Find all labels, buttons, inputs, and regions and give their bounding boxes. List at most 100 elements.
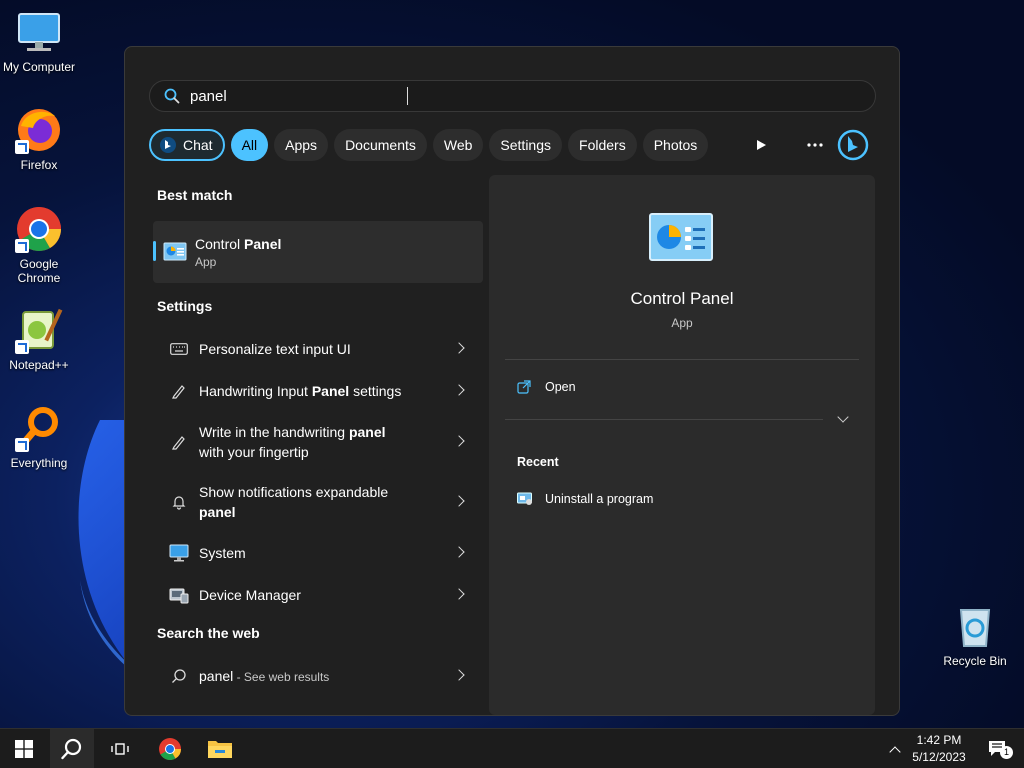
clock[interactable]: 1:42 PM 5/12/2023 [904,732,974,766]
chrome-icon [15,205,63,253]
setting-system[interactable]: System [157,532,483,574]
details-app-name: Control Panel [630,289,734,308]
desktop-icon-label: Everything [10,456,68,470]
shortcut-arrow-icon [15,438,29,452]
chevron-right-icon [453,669,465,681]
pen-icon [169,432,189,452]
device-manager-icon [169,585,189,605]
expand-chevron-icon[interactable] [837,411,849,423]
clock-time: 1:42 PM [916,733,962,747]
notepad-plus-plus-icon [15,306,63,354]
windows-logo-icon [15,740,33,758]
bing-button[interactable] [837,129,869,161]
clock-date: 5/12/2023 [912,750,966,764]
setting-device-manager[interactable]: Device Manager [157,574,483,616]
setting-label: Personalize text input UI [199,341,351,357]
uninstall-program-icon [517,492,533,506]
everything-search-icon [15,404,63,452]
more-filters-button[interactable] [745,129,777,161]
filter-apps[interactable]: Apps [274,129,329,161]
filter-web[interactable]: Web [432,129,484,161]
search-web-heading: Search the web [157,625,260,641]
chevron-right-icon [453,435,465,447]
start-button[interactable] [4,729,44,768]
search-icon [169,666,189,686]
chevron-up-icon [889,745,901,758]
bell-icon [169,492,189,512]
monitor-icon [15,8,63,56]
taskbar-file-explorer[interactable] [198,729,242,768]
desktop-icon-recycle-bin[interactable]: Recycle Bin [936,602,1014,668]
results-list: Best match Control Panel App Settings Pe… [153,177,483,697]
ellipsis-icon [807,143,823,147]
desktop-icon-label: Recycle Bin [943,654,1007,668]
text-cursor-icon [407,87,409,105]
desktop-icon-firefox[interactable]: Firefox [0,106,78,172]
desktop-icon-google-chrome[interactable]: Google Chrome [0,205,78,285]
desktop-icon-label: My Computer [2,60,76,74]
setting-personalize-text-input[interactable]: Personalize text input UI [157,328,483,370]
folder-icon [208,741,232,758]
chevron-right-icon [453,384,465,396]
pen-icon [169,381,189,401]
bing-chat-icon [159,136,177,154]
desktop-icon-everything[interactable]: Everything [0,404,78,470]
details-divider [505,419,823,420]
taskbar-chrome[interactable] [148,729,192,768]
notification-count-badge: 1 [1000,746,1013,759]
setting-label: panel - See web results [199,667,330,684]
recent-item-label: Uninstall a program [545,492,654,506]
chrome-icon [159,738,181,760]
chevron-right-icon [453,546,465,558]
details-pane: Control Panel App Open Recent Uninstall … [489,175,875,715]
notification-center-button[interactable]: 1 [980,729,1016,768]
setting-handwriting-input-panel[interactable]: Handwriting Input Panel settings [157,370,483,412]
shortcut-arrow-icon [15,340,29,354]
setting-label: Device Manager [199,587,301,603]
task-view-button[interactable] [98,729,142,768]
play-icon [757,140,766,150]
filter-all[interactable]: All [230,129,269,161]
system-monitor-icon [169,543,189,563]
shortcut-arrow-icon [15,140,29,154]
desktop-icon-label: Google Chrome [17,257,61,285]
settings-heading: Settings [157,298,213,314]
desktop-icon-label: Firefox [20,158,58,172]
search-icon [61,738,82,760]
keyboard-icon [169,339,189,359]
taskbar-search-button[interactable] [50,729,94,768]
search-input[interactable] [190,87,790,105]
setting-show-notifications-panel[interactable]: Show notifications expandable panel [157,472,483,532]
search-box[interactable] [149,80,876,112]
filter-settings[interactable]: Settings [489,129,563,161]
filter-bar: Chat All Apps Documents Web Settings Fol… [149,129,709,161]
open-action[interactable]: Open [517,377,576,397]
desktop-icon-my-computer[interactable]: My Computer [0,8,78,74]
setting-label: Write in the handwriting panel with your … [199,424,386,460]
setting-write-handwriting-panel[interactable]: Write in the handwriting panel with your … [157,412,483,472]
recycle-bin-icon [951,602,999,650]
bing-icon [837,129,869,161]
recent-item-uninstall-program[interactable]: Uninstall a program [517,489,653,509]
shortcut-arrow-icon [15,239,29,253]
best-match-result[interactable]: Control Panel App [153,221,483,283]
open-label: Open [545,380,576,394]
filter-folders[interactable]: Folders [568,129,637,161]
search-icon [164,88,180,104]
open-external-icon [517,380,531,394]
taskbar: 1:42 PM 5/12/2023 1 [0,728,1024,768]
filter-photos[interactable]: Photos [642,129,709,161]
recent-heading: Recent [517,455,559,469]
setting-label: System [199,545,246,561]
web-search-result[interactable]: panel - See web results [157,655,483,697]
desktop-icon-notepad-plus-plus[interactable]: Notepad++ [0,306,78,372]
filter-documents[interactable]: Documents [334,129,427,161]
control-panel-large-icon [649,213,713,268]
chevron-right-icon [453,495,465,507]
more-options-button[interactable] [799,129,831,161]
filter-chat[interactable]: Chat [149,129,225,161]
best-match-name: Control Panel [195,235,282,252]
chevron-right-icon [453,588,465,600]
firefox-icon [15,106,63,154]
desktop-icon-label: Notepad++ [9,358,69,372]
